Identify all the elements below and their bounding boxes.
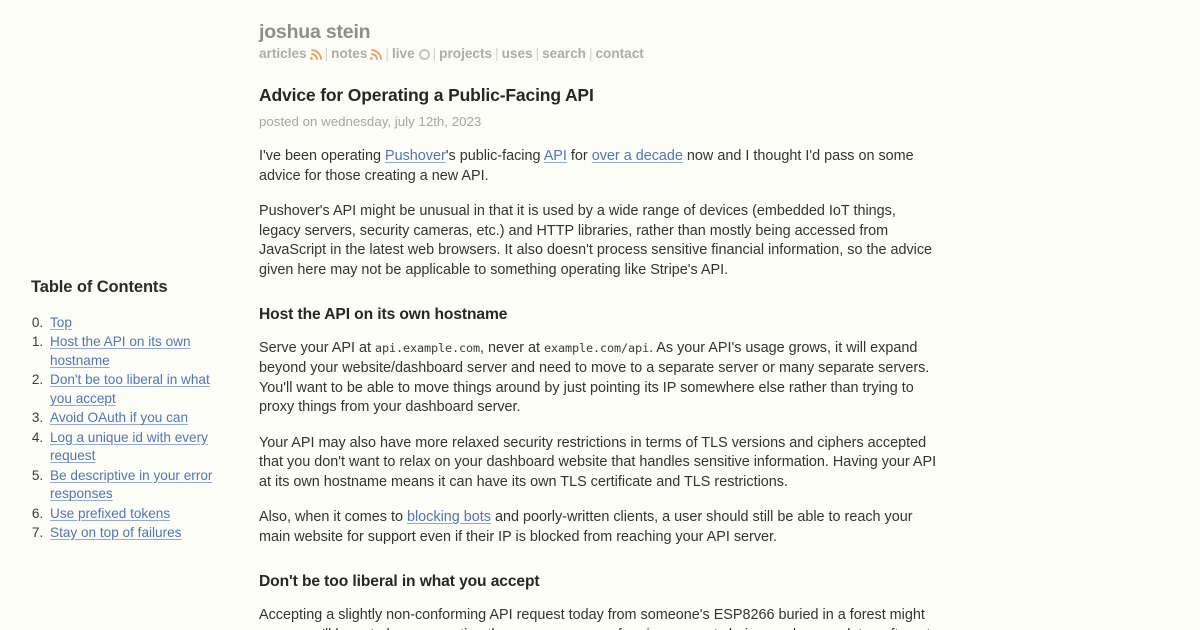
nav-link-notes[interactable]: notes — [331, 46, 367, 61]
toc-link-failures[interactable]: Stay on top of failures — [50, 525, 181, 540]
list-item: Stay on top of failures — [47, 524, 231, 543]
list-item: Host the API on its own hostname — [47, 333, 231, 371]
nav-item-uses[interactable]: uses — [502, 45, 533, 63]
text-fragment: Also, when it comes to — [259, 509, 407, 526]
paragraph-blocking: Also, when it comes to blocking bots and… — [259, 508, 939, 547]
nav-item-search[interactable]: search — [542, 45, 586, 63]
nav-item-notes[interactable]: notes — [331, 45, 383, 63]
code-path-hostname: example.com/api — [544, 341, 650, 356]
nav-link-contact[interactable]: contact — [595, 46, 643, 61]
text-fragment: , never at — [480, 340, 545, 357]
nav-link-search[interactable]: search — [542, 46, 586, 61]
toc-link-liberal[interactable]: Don't be too liberal in what you accept — [50, 372, 210, 406]
nav-item-contact[interactable]: contact — [595, 45, 643, 63]
toc-link-oauth[interactable]: Avoid OAuth if you can — [50, 410, 188, 425]
table-of-contents: Table of Contents Top Host the API on it… — [0, 275, 245, 543]
site-header: joshua stein articles | notes | live | project… — [259, 21, 939, 63]
list-item: Log a unique id with every request — [47, 429, 231, 467]
nav-item-articles[interactable]: articles — [259, 45, 322, 63]
nav-separator: | — [385, 46, 389, 62]
nav-link-live[interactable]: live — [392, 46, 415, 61]
nav-separator: | — [495, 46, 499, 62]
link-api[interactable]: API — [544, 148, 567, 164]
list-item: Top — [47, 314, 231, 333]
circle-icon — [418, 49, 430, 61]
nav-separator: | — [324, 46, 329, 62]
link-pushover[interactable]: Pushover — [385, 148, 446, 164]
toc-link-error-responses[interactable]: Be descriptive in your error responses — [50, 468, 212, 502]
toc-list: Top Host the API on its own hostname Don… — [0, 314, 231, 543]
nav-item-live[interactable]: live — [392, 45, 430, 63]
paragraph-context: Pushover's API might be unusual in that … — [259, 203, 933, 278]
text-fragment: I've been operating — [259, 148, 385, 165]
text-fragment: for — [566, 148, 592, 165]
toc-link-host-api[interactable]: Host the API on its own hostname — [50, 334, 191, 368]
paragraph-intro: I've been operating Pushover's public-fa… — [259, 147, 939, 186]
nav-separator: | — [535, 46, 540, 62]
rss-icon — [370, 47, 383, 61]
list-item: Be descriptive in your error responses — [47, 467, 231, 505]
section-heading-liberal: Don't be too liberal in what you accept — [259, 573, 540, 591]
text-fragment: Accepting a slightly non-conforming API … — [259, 607, 931, 630]
paragraph-tls: Your API may also have more relaxed secu… — [259, 434, 937, 490]
list-item: Avoid OAuth if you can — [47, 409, 231, 428]
article: Advice for Operating a Public-Facing API… — [259, 84, 939, 630]
page-root: Table of Contents Top Host the API on it… — [0, 0, 1200, 630]
toc-link-top[interactable]: Top — [50, 315, 72, 330]
paragraph-non-conforming: Accepting a slightly non-conforming API … — [259, 606, 939, 630]
toc-heading: Table of Contents — [31, 278, 168, 296]
nav-separator: | — [432, 46, 437, 62]
list-item: Don't be too liberal in what you accept — [47, 371, 231, 409]
paragraph-serve-api: Serve your API at api.example.com, never… — [259, 339, 939, 417]
section-heading-host-api: Host the API on its own hostname — [259, 306, 508, 324]
list-item: Use prefixed tokens — [47, 505, 231, 524]
rss-icon — [309, 47, 322, 61]
toc-link-unique-id[interactable]: Log a unique id with every request — [50, 430, 208, 464]
nav-item-projects[interactable]: projects — [439, 45, 492, 63]
site-nav: articles | notes | live | projects | uses | search… — [259, 45, 939, 63]
page-title: Advice for Operating a Public-Facing API — [259, 85, 594, 106]
toc-link-prefixed-tokens[interactable]: Use prefixed tokens — [50, 506, 170, 521]
code-api-hostname: api.example.com — [374, 341, 481, 356]
text-fragment: Serve your API at — [259, 340, 375, 357]
text-fragment: 's public-facing — [445, 148, 544, 165]
link-over-a-decade[interactable]: over a decade — [592, 148, 683, 164]
nav-link-articles[interactable]: articles — [259, 46, 307, 61]
nav-link-uses[interactable]: uses — [502, 46, 533, 61]
main-content: joshua stein articles | notes | live | project… — [259, 0, 939, 630]
nav-link-projects[interactable]: projects — [439, 46, 492, 61]
site-name: joshua stein — [259, 21, 371, 43]
nav-separator: | — [588, 46, 593, 62]
post-date: posted on wednesday, july 12th, 2023 — [259, 113, 482, 129]
link-blocking-bots[interactable]: blocking bots — [407, 509, 491, 525]
